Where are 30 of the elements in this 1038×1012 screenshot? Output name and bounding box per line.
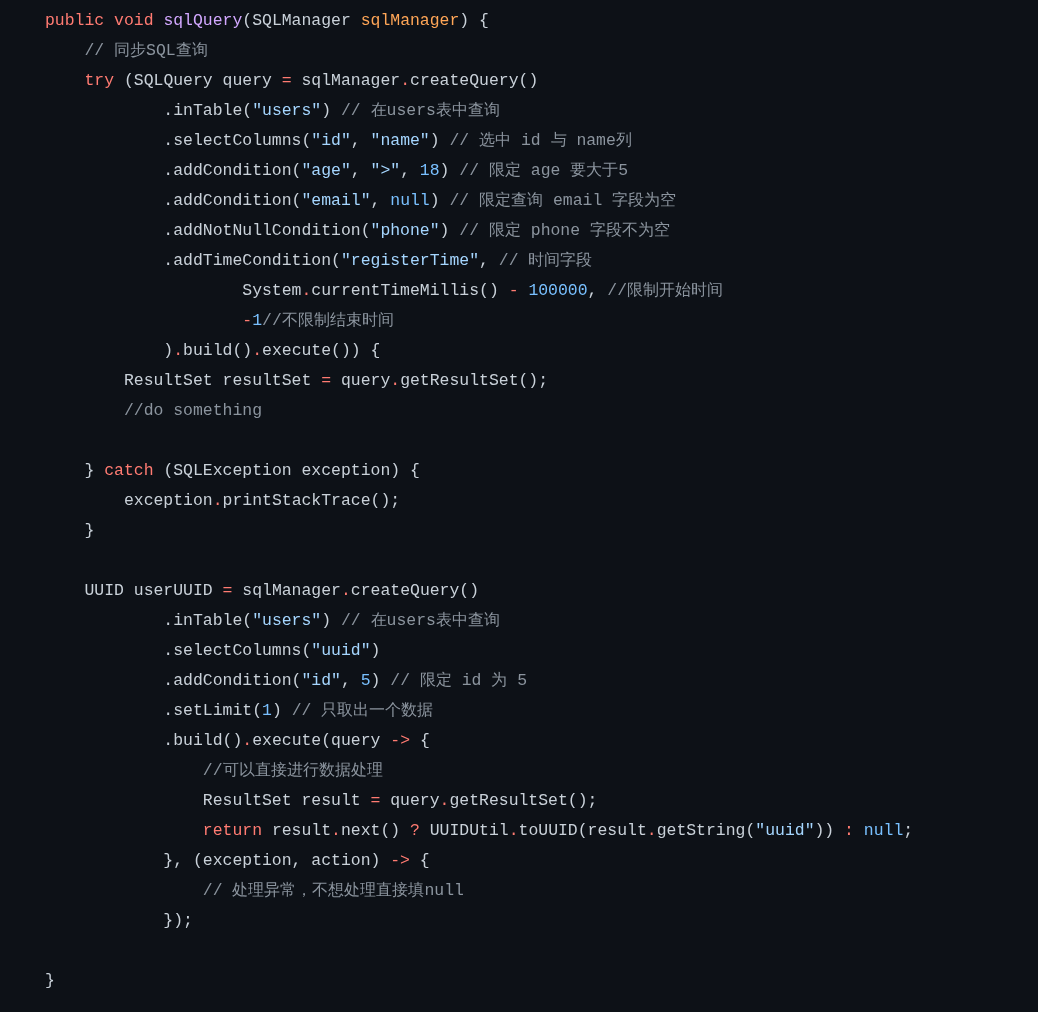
code-line: .inTable("users") // 在users表中查询 <box>162 610 500 632</box>
code-line: UUID userUUID = sqlManager.createQuery() <box>83 580 480 602</box>
code-line: } <box>45 970 55 992</box>
code-line: .selectColumns("uuid") <box>162 640 381 662</box>
code-line: .build().execute(query -> { <box>162 730 430 752</box>
code-line: }); <box>162 910 193 932</box>
code-line: try (SQLQuery query = sqlManager.createQuery() <box>83 70 539 92</box>
code-line: // 同步SQL查询 <box>83 40 208 62</box>
code-line: .addNotNullCondition("phone") // 限定 phone 字段不为空 <box>162 220 670 242</box>
code-line: System.currentTimeMillis() - 100000, //限制开始时间 <box>241 280 724 302</box>
code-line: ResultSet result = query.getResultSet(); <box>201 790 598 812</box>
code-line: } <box>83 520 95 542</box>
code-line: .addTimeCondition("registerTime", // 时间字段 <box>162 250 593 272</box>
code-line: .addCondition("age", ">", 18) // 限定 age 要大于5 <box>162 160 629 182</box>
code-line: .inTable("users") // 在users表中查询 <box>162 100 500 122</box>
code-line: public void sqlQuery(SQLManager sqlManager) { <box>45 10 489 32</box>
code-line: .selectColumns("id", "name") // 选中 id 与 name列 <box>162 130 632 152</box>
code-line: } catch (SQLException exception) { <box>83 460 420 482</box>
code-line: exception.printStackTrace(); <box>122 490 401 512</box>
code-line: .addCondition("id", 5) // 限定 id 为 5 <box>162 670 528 692</box>
code-line: ).build().execute()) { <box>162 340 381 362</box>
code-line: return result.next() ? UUIDUtil.toUUID(result.getString("uuid")) : null; <box>201 820 914 842</box>
code-line: .addCondition("email", null) // 限定查询 email 字段为空 <box>162 190 677 212</box>
code-line: //可以直接进行数据处理 <box>201 760 383 782</box>
code-line: }, (exception, action) -> { <box>162 850 430 872</box>
code-line: .setLimit(1) // 只取出一个数据 <box>162 700 434 722</box>
code-line: //do something <box>122 400 262 422</box>
code-line: -1//不限制结束时间 <box>241 310 394 332</box>
code-line: // 处理异常，不想处理直接填null <box>201 880 464 902</box>
code-line: ResultSet resultSet = query.getResultSet(); <box>122 370 549 392</box>
